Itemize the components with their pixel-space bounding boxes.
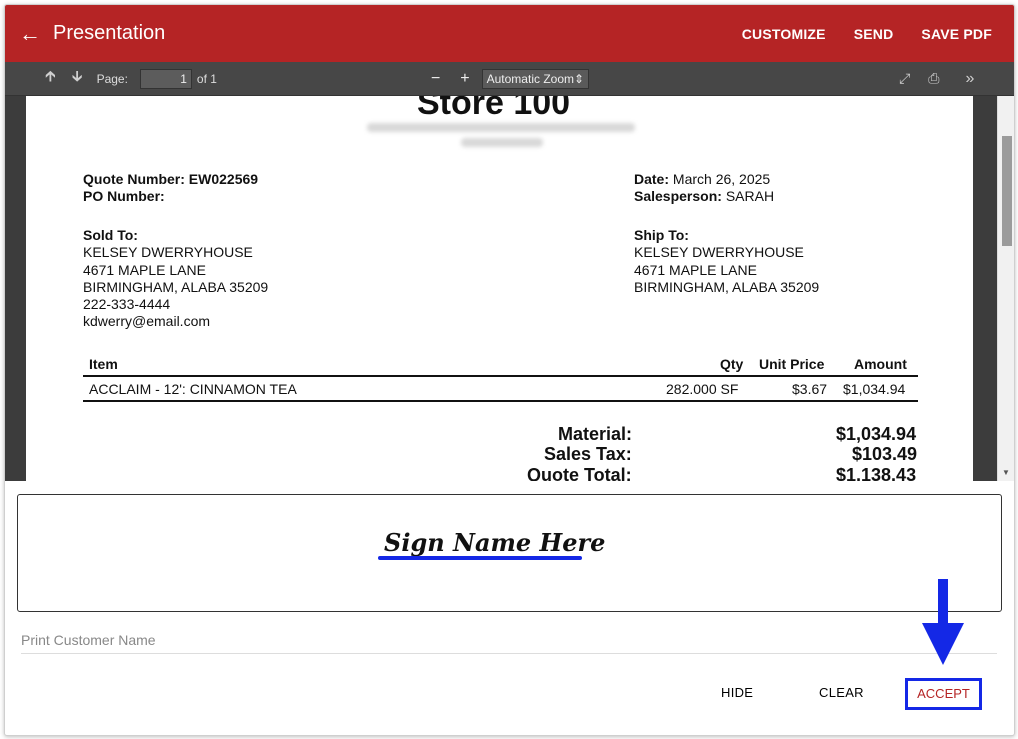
table-footer-rule <box>83 400 918 402</box>
next-page-icon[interactable]: 🡳 <box>72 66 83 91</box>
store-address-redacted <box>367 123 635 132</box>
quote-number-label: Quote Number: <box>83 171 185 187</box>
scrollbar-thumb[interactable] <box>1002 136 1012 246</box>
total-label: Sales Tax: <box>544 444 632 464</box>
quote-number-value: EW022569 <box>188 171 259 187</box>
quote-number: Quote Number: EW022569 <box>83 171 258 188</box>
pointer-arrow-icon <box>922 579 964 665</box>
customize-button[interactable]: CUSTOMIZE <box>728 26 840 42</box>
table-header-rule <box>83 375 918 377</box>
fullscreen-icon[interactable]: ⤢ <box>899 70 910 87</box>
column-header-unit-price: Unit Price <box>759 356 825 372</box>
store-phone-redacted <box>461 138 543 147</box>
sold-to-line: kdwerry@email.com <box>83 313 211 329</box>
zoom-in-button[interactable]: + <box>460 70 469 88</box>
sold-to-line: 4671 MAPLE LANE <box>83 262 206 278</box>
total-value: $1,034.94 <box>836 424 917 444</box>
page-title: Presentation <box>53 22 166 44</box>
page-count: of 1 <box>196 71 217 86</box>
pdf-toolbar: 🡱 🡳 Page: 1 of 1 − + Automatic Zoom⇕ ⤢ ⎙… <box>5 62 1014 96</box>
sold-to-label: Sold To: <box>83 227 138 243</box>
presentation-dialog: ← Presentation CUSTOMIZE SEND SAVE PDF 🡱… <box>4 4 1015 736</box>
ship-to-line: BIRMINGHAM, ALABA 35209 <box>634 279 820 295</box>
ship-to-line: KELSEY DWERRYHOUSE <box>634 244 804 260</box>
zoom-value: Automatic Zoom <box>486 71 574 86</box>
po-number-label: PO Number: <box>83 188 165 204</box>
signature-pad[interactable]: Sign Name Here <box>17 494 1002 612</box>
store-title: Store 100 <box>417 96 571 122</box>
column-header-qty: Qty <box>720 356 744 372</box>
salesperson-label: Salesperson: <box>634 188 722 204</box>
zoom-select[interactable]: Automatic Zoom⇕ <box>481 68 590 89</box>
salesperson: Salesperson: SARAH <box>634 188 774 205</box>
ship-to-label: Ship To: <box>634 227 689 243</box>
scroll-down-icon[interactable]: ▼ <box>1002 468 1010 477</box>
accept-button[interactable]: ACCEPT <box>905 678 982 710</box>
date: Date: March 26, 2025 <box>634 171 770 188</box>
back-arrow-icon[interactable]: ← <box>19 22 49 45</box>
page-label: Page: <box>96 71 128 86</box>
sold-to-line: KELSEY DWERRYHOUSE <box>83 244 253 260</box>
appbar-actions: CUSTOMIZE SEND SAVE PDF <box>728 26 1006 42</box>
line-item-unit-price: $3.67 <box>792 381 828 397</box>
app-bar: ← Presentation CUSTOMIZE SEND SAVE PDF <box>5 5 1014 62</box>
customer-name-input[interactable]: Print Customer Name <box>21 626 997 654</box>
sign-name-here-text: Sign Name Here <box>384 528 606 557</box>
save-pdf-button[interactable]: SAVE PDF <box>907 26 1006 42</box>
total-label: Material: <box>558 424 633 444</box>
page-number-input[interactable]: 1 <box>139 68 192 89</box>
sold-to-line: BIRMINGHAM, ALABA 35209 <box>83 279 269 295</box>
line-item-qty: 282.000 SF <box>666 381 739 397</box>
previous-page-icon[interactable]: 🡱 <box>45 66 56 91</box>
line-item-name: ACCLAIM - 12': CINNAMON TEA <box>89 381 297 397</box>
viewer-scrollbar[interactable]: ▲ ▼ <box>997 96 1014 481</box>
print-icon[interactable]: ⎙ <box>928 70 939 87</box>
date-label: Date: <box>634 171 670 187</box>
hide-button[interactable]: HIDE <box>721 685 753 700</box>
send-button[interactable]: SEND <box>840 26 908 42</box>
sold-to-line: 222-333-4444 <box>83 296 171 312</box>
signature-underline <box>378 556 582 560</box>
total-label: Quote Total: <box>527 465 632 481</box>
pdf-page: Store 100 Quote Number: EW022569 PO Numb… <box>26 96 973 481</box>
line-item-amount: $1,034.94 <box>843 381 906 397</box>
zoom-out-button[interactable]: − <box>431 70 440 88</box>
ship-to-line: 4671 MAPLE LANE <box>634 262 757 278</box>
clear-button[interactable]: CLEAR <box>819 685 864 700</box>
salesperson-value: SARAH <box>725 188 775 204</box>
total-value: $103.49 <box>852 444 918 464</box>
tools-menu-icon[interactable]: » <box>965 70 974 88</box>
total-value: $1,138.43 <box>836 465 917 481</box>
column-header-amount: Amount <box>854 356 907 372</box>
column-header-item: Item <box>89 356 118 372</box>
pdf-viewer[interactable]: Store 100 Quote Number: EW022569 PO Numb… <box>5 96 1014 481</box>
date-value: March 26, 2025 <box>672 171 771 187</box>
